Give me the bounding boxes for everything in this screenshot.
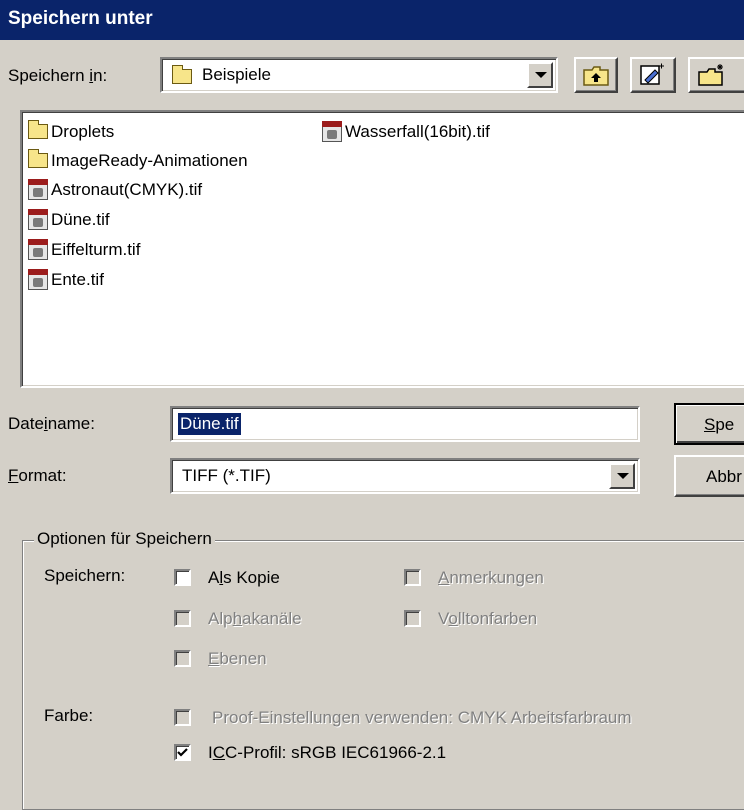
tif-file-icon [28,239,48,261]
save-in-label: Speichern in: [8,66,108,85]
list-item-folder[interactable]: ImageReady-Animationen [28,147,248,173]
filename-label: Dateiname: [8,414,95,433]
folder-icon [28,149,48,169]
current-folder-name: Beispiele [202,65,271,84]
save-in-dropdown[interactable]: Beispiele [160,57,558,93]
alpha-channels-label: Alphakanäle [208,609,302,628]
save-in-dropdown-button[interactable] [527,62,553,88]
list-item-file[interactable]: Ente.tif [28,266,104,292]
annotations-checkbox[interactable] [404,569,421,586]
new-folder-icon [640,63,664,85]
tif-file-icon [28,269,48,291]
window-title: Speichern unter [8,8,153,29]
folder-icon [28,120,48,140]
format-value: TIFF (*.TIF) [182,466,271,485]
layers-label: Ebenen [208,649,267,668]
proof-setup-label: Proof-Einstellungen verwenden: CMYK Arbe… [212,708,632,727]
proof-setup-checkbox[interactable] [174,709,191,726]
tif-file-icon [28,209,48,231]
checkmark-icon [177,748,188,757]
list-item-file[interactable]: Astronaut(CMYK).tif [28,176,202,202]
list-item-file[interactable]: Wasserfall(16bit).tif [322,118,490,144]
icc-profile-checkbox[interactable] [174,744,191,761]
options-group-title: Optionen für Speichern [34,529,215,549]
list-item-folder[interactable]: Droplets [28,118,114,144]
format-dropdown[interactable]: TIFF (*.TIF) [170,458,640,494]
filename-value: Düne.tif [178,413,241,435]
format-dropdown-button[interactable] [609,463,635,489]
save-options-label: Speichern: [44,566,126,585]
folder-icon [172,65,192,84]
as-copy-checkbox[interactable] [174,569,191,586]
list-item-file[interactable]: Düne.tif [28,206,110,232]
file-list[interactable]: Droplets ImageReady-Animationen Astronau… [20,110,744,388]
alpha-channels-checkbox[interactable] [174,610,191,627]
options-group [22,540,744,810]
format-label: Format: [8,466,67,485]
spot-colors-checkbox[interactable] [404,610,421,627]
icc-profile-label: ICC-Profil: sRGB IEC61966-2.1 [208,743,447,762]
tif-file-icon [322,121,342,143]
up-one-level-button[interactable] [574,57,618,93]
as-copy-label: Als Kopie [208,568,280,587]
save-button[interactable]: Spe [674,403,744,445]
details-view-icon [698,64,723,86]
title-bar: Speichern unter [0,0,744,40]
layers-checkbox[interactable] [174,650,191,667]
view-menu-button[interactable] [688,57,744,93]
list-item-file[interactable]: Eiffelturm.tif [28,236,140,262]
spot-colors-label: Volltonfarben [438,609,538,628]
folder-up-icon [583,66,609,86]
annotations-label: Anmerkungen [438,568,544,587]
color-options-label: Farbe: [44,706,94,725]
filename-input[interactable]: Düne.tif [170,406,640,442]
tif-file-icon [28,179,48,201]
cancel-button[interactable]: Abbr [674,455,744,497]
new-folder-button[interactable] [630,57,676,93]
